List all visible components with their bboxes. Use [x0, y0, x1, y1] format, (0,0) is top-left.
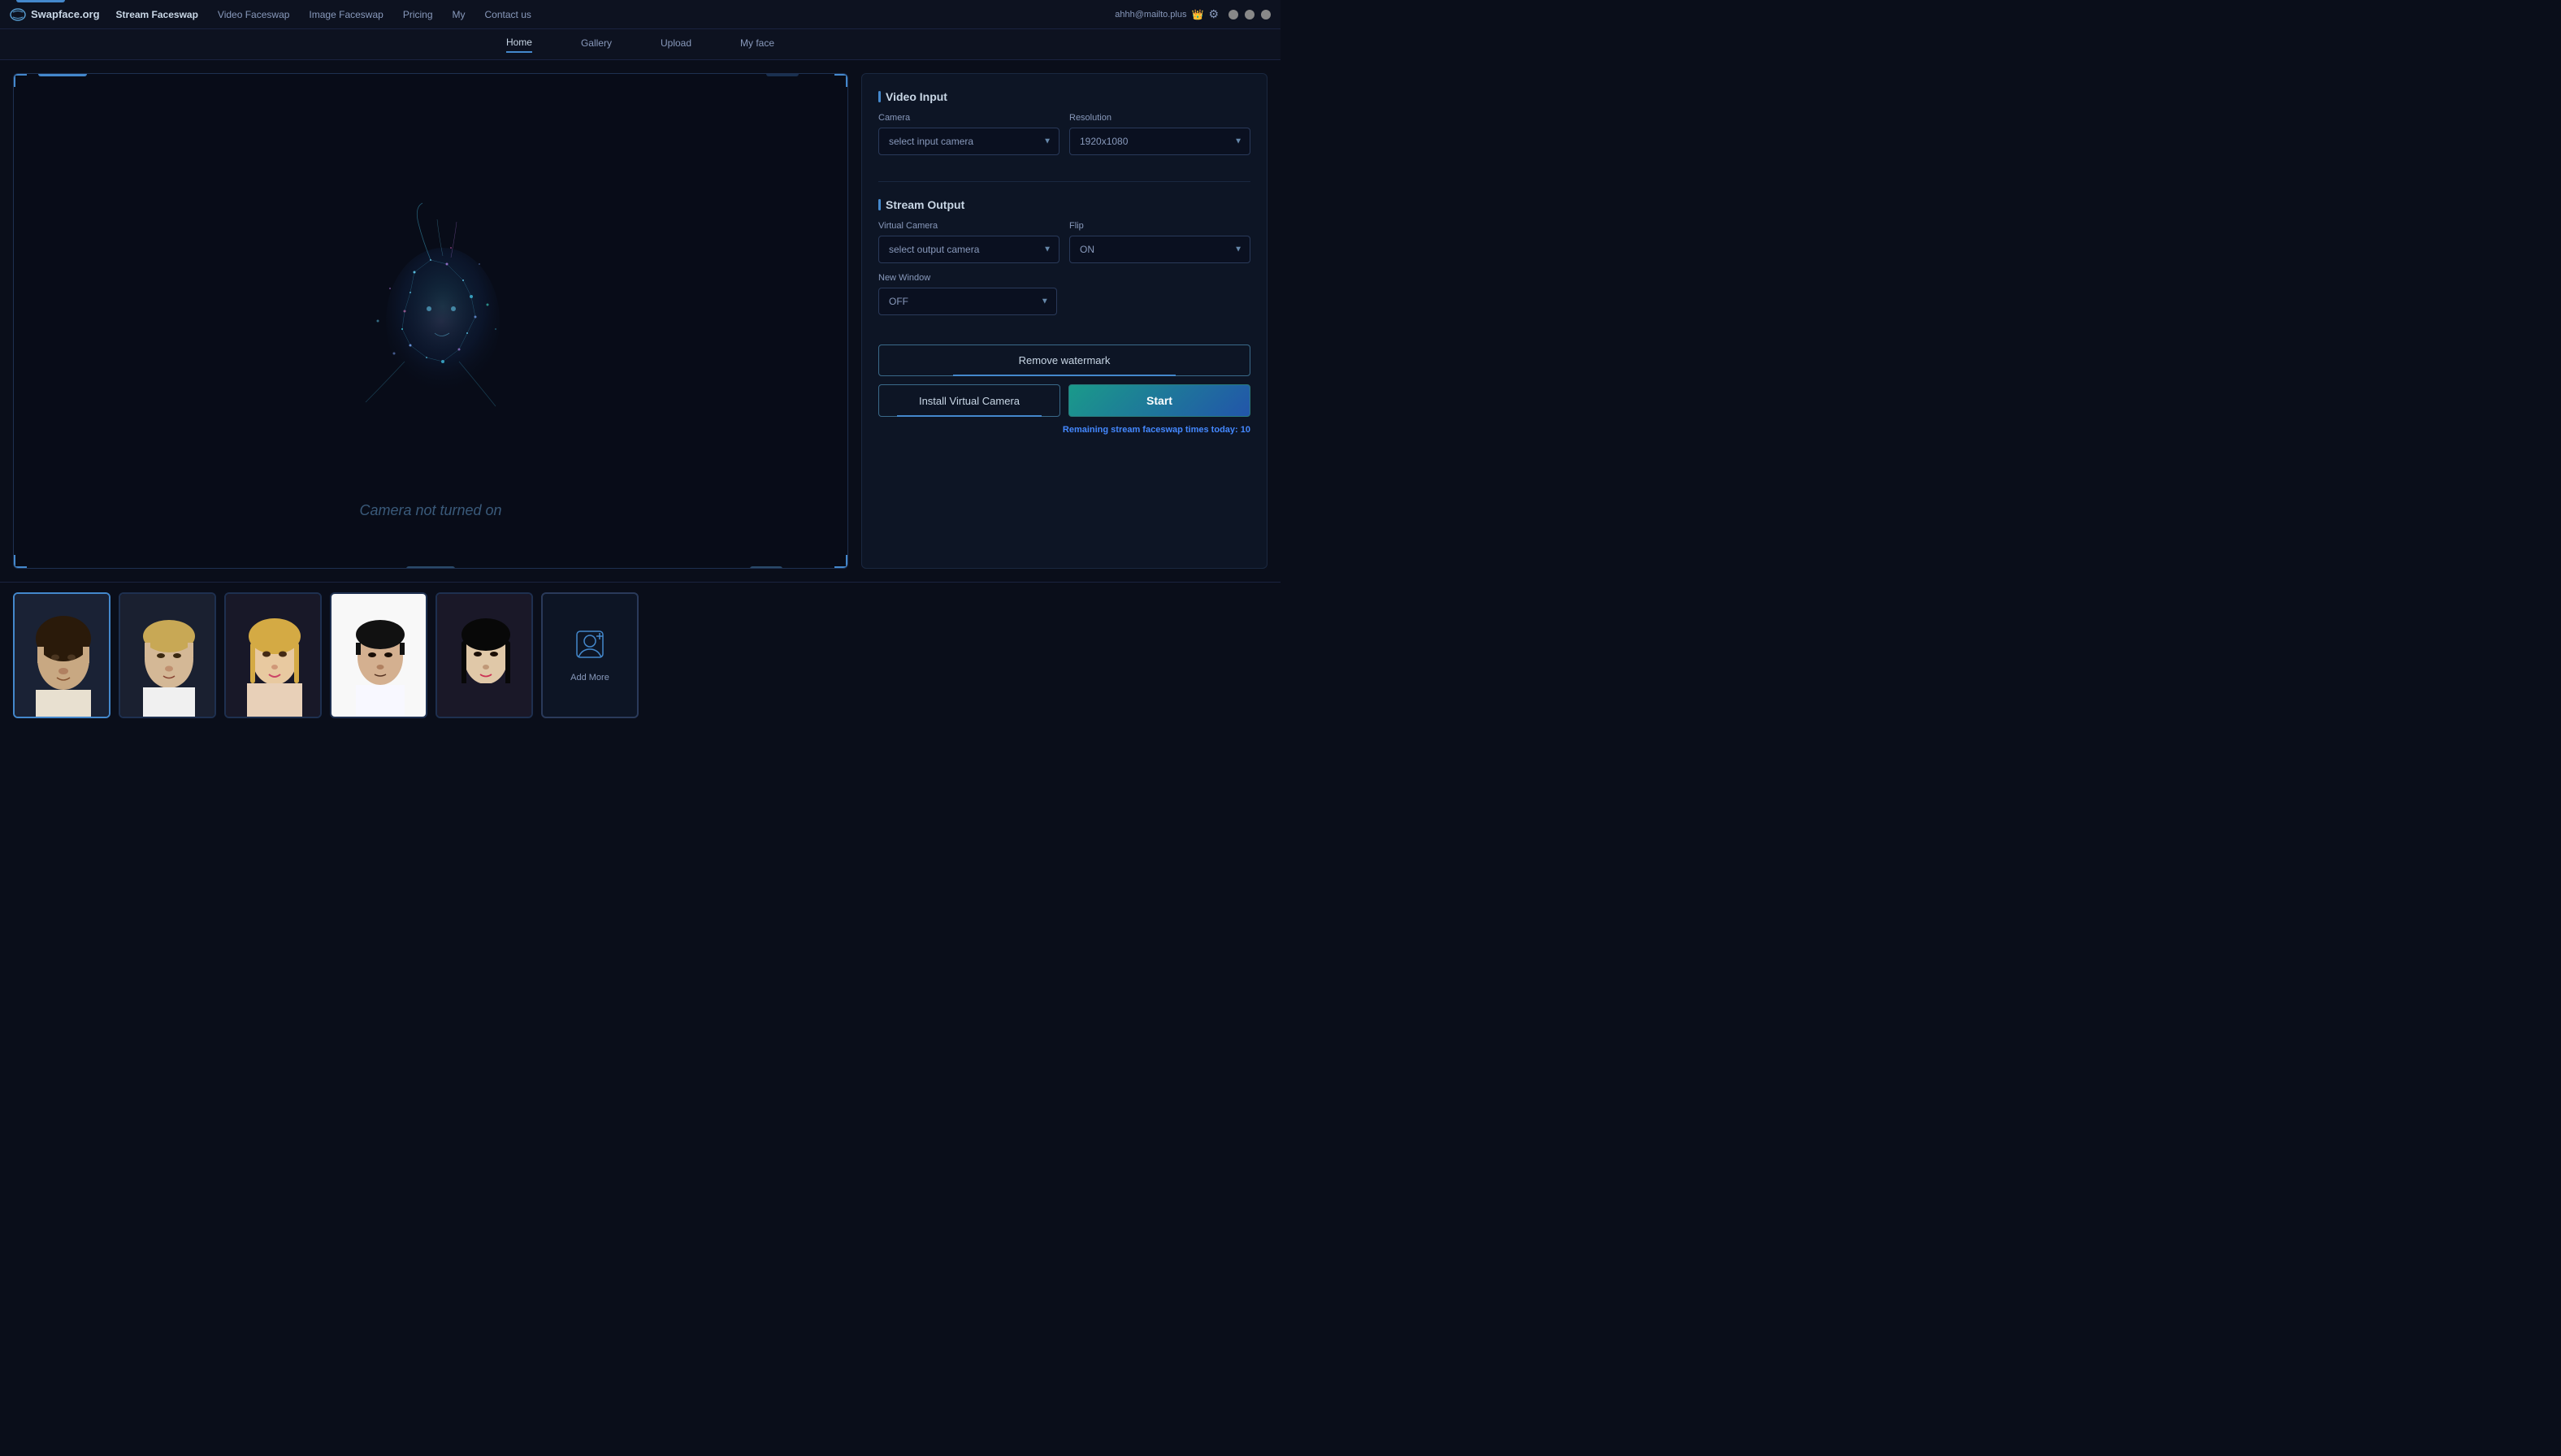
- face-card-3[interactable]: [224, 592, 322, 718]
- maximize-button[interactable]: □: [1245, 10, 1254, 20]
- new-window-label: New Window: [878, 273, 1057, 283]
- nav-stream[interactable]: Stream Faceswap: [116, 9, 198, 20]
- virtual-camera-select-wrap: select output camera ▼: [878, 236, 1060, 263]
- new-window-select[interactable]: OFF: [878, 288, 1057, 315]
- scroll-right: [750, 566, 782, 569]
- face-card-4[interactable]: [330, 592, 427, 718]
- titlebar: Swapface.org Stream Faceswap Video Faces…: [0, 0, 1280, 29]
- right-panel: Video Input Camera select input camera ▼…: [861, 73, 1268, 569]
- video-tab-decoration: [38, 73, 87, 76]
- flip-group: Flip ON ▼: [1069, 221, 1250, 263]
- nav-contact[interactable]: Contact us: [485, 9, 531, 20]
- video-tab-right-decoration: [766, 73, 799, 76]
- video-section: Camera not turned on: [13, 73, 848, 569]
- camera-group: Camera select input camera ▼: [878, 113, 1060, 155]
- virtual-camera-select[interactable]: select output camera: [878, 236, 1060, 263]
- start-button[interactable]: Start: [1068, 384, 1250, 417]
- subnav-home[interactable]: Home: [506, 37, 532, 53]
- corner-bl: [14, 555, 27, 568]
- subnav-myface[interactable]: My face: [740, 37, 774, 52]
- new-window-group: New Window OFF ▼: [878, 273, 1057, 315]
- crown-icon: 👑: [1191, 9, 1203, 20]
- divider-1: [878, 181, 1250, 182]
- video-input-section: Video Input Camera select input camera ▼…: [878, 90, 1250, 165]
- camera-select[interactable]: select input camera: [878, 128, 1060, 155]
- stream-output-title: Stream Output: [878, 198, 1250, 211]
- action-buttons: Remove watermark Install Virtual Camera …: [878, 344, 1250, 435]
- video-input-title: Video Input: [878, 90, 1250, 103]
- remaining-label: Remaining stream faceswap times today:: [1063, 425, 1238, 435]
- logo-icon: [10, 8, 26, 21]
- corner-br: [834, 555, 847, 568]
- user-email: ahhh@mailto.plus: [1115, 10, 1186, 20]
- resolution-group: Resolution 1920x1080 ▼: [1069, 113, 1250, 155]
- subnav-gallery[interactable]: Gallery: [581, 37, 612, 52]
- face-5-image: [437, 594, 533, 718]
- face-1-image: [15, 594, 110, 718]
- main-nav: Stream Faceswap Video Faceswap Image Fac…: [116, 9, 531, 20]
- face-2-image: [120, 594, 216, 718]
- camera-off-text: Camera not turned on: [359, 502, 501, 519]
- resolution-select[interactable]: 1920x1080: [1069, 128, 1250, 155]
- window-controls: — □ ✕: [1228, 10, 1271, 20]
- camera-resolution-row: Camera select input camera ▼ Resolution …: [878, 113, 1250, 155]
- panel-tab-decoration: [16, 0, 65, 2]
- face-card-2[interactable]: [119, 592, 216, 718]
- add-more-card[interactable]: Add More: [541, 592, 639, 718]
- face-gallery: Add More: [0, 582, 1280, 728]
- resolution-select-wrap: 1920x1080 ▼: [1069, 128, 1250, 155]
- install-virtual-camera-button[interactable]: Install Virtual Camera: [878, 384, 1060, 417]
- face-4-image: [332, 594, 427, 718]
- new-window-row: New Window OFF ▼: [878, 273, 1250, 315]
- logo-text: Swapface.org: [31, 8, 100, 20]
- nav-my[interactable]: My: [453, 9, 466, 20]
- install-start-row: Install Virtual Camera Start: [878, 384, 1250, 417]
- resolution-label: Resolution: [1069, 113, 1250, 123]
- face-particle-visual: [317, 191, 544, 451]
- face-3-image: [226, 594, 322, 718]
- corner-tr: [834, 74, 847, 87]
- add-more-label: Add More: [570, 673, 609, 682]
- minimize-button[interactable]: —: [1228, 10, 1238, 20]
- nav-video[interactable]: Video Faceswap: [218, 9, 290, 20]
- nav-image[interactable]: Image Faceswap: [309, 9, 383, 20]
- video-container: Camera not turned on: [13, 73, 848, 569]
- camera-label: Camera: [878, 113, 1060, 123]
- logo: Swapface.org: [10, 8, 100, 21]
- remaining-count: 10: [1241, 425, 1250, 435]
- user-info: ahhh@mailto.plus 👑 ⚙: [1115, 7, 1219, 21]
- scroll-bottom: [406, 566, 455, 569]
- stream-output-section: Stream Output Virtual Camera select outp…: [878, 198, 1250, 325]
- titlebar-right: ahhh@mailto.plus 👑 ⚙ — □ ✕: [1115, 7, 1271, 21]
- flip-select[interactable]: ON: [1069, 236, 1250, 263]
- flip-select-wrap: ON ▼: [1069, 236, 1250, 263]
- virtual-camera-flip-row: Virtual Camera select output camera ▼ Fl…: [878, 221, 1250, 263]
- camera-select-wrap: select input camera ▼: [878, 128, 1060, 155]
- remove-watermark-button[interactable]: Remove watermark: [878, 344, 1250, 376]
- face-card-1[interactable]: [13, 592, 110, 718]
- add-more-icon: [574, 628, 606, 666]
- close-button[interactable]: ✕: [1261, 10, 1271, 20]
- virtual-camera-group: Virtual Camera select output camera ▼: [878, 221, 1060, 263]
- titlebar-left: Swapface.org Stream Faceswap Video Faces…: [10, 8, 531, 21]
- nav-pricing[interactable]: Pricing: [403, 9, 433, 20]
- main-content: Camera not turned on Video Input Camera …: [0, 60, 1280, 582]
- subnav: Home Gallery Upload My face: [0, 29, 1280, 60]
- face-card-5[interactable]: [436, 592, 533, 718]
- subnav-upload[interactable]: Upload: [661, 37, 691, 52]
- new-window-select-wrap: OFF ▼: [878, 288, 1057, 315]
- virtual-camera-label: Virtual Camera: [878, 221, 1060, 231]
- flip-label: Flip: [1069, 221, 1250, 231]
- corner-tl: [14, 74, 27, 87]
- settings-icon[interactable]: ⚙: [1208, 7, 1219, 21]
- remaining-info: Remaining stream faceswap times today: 1…: [878, 425, 1250, 435]
